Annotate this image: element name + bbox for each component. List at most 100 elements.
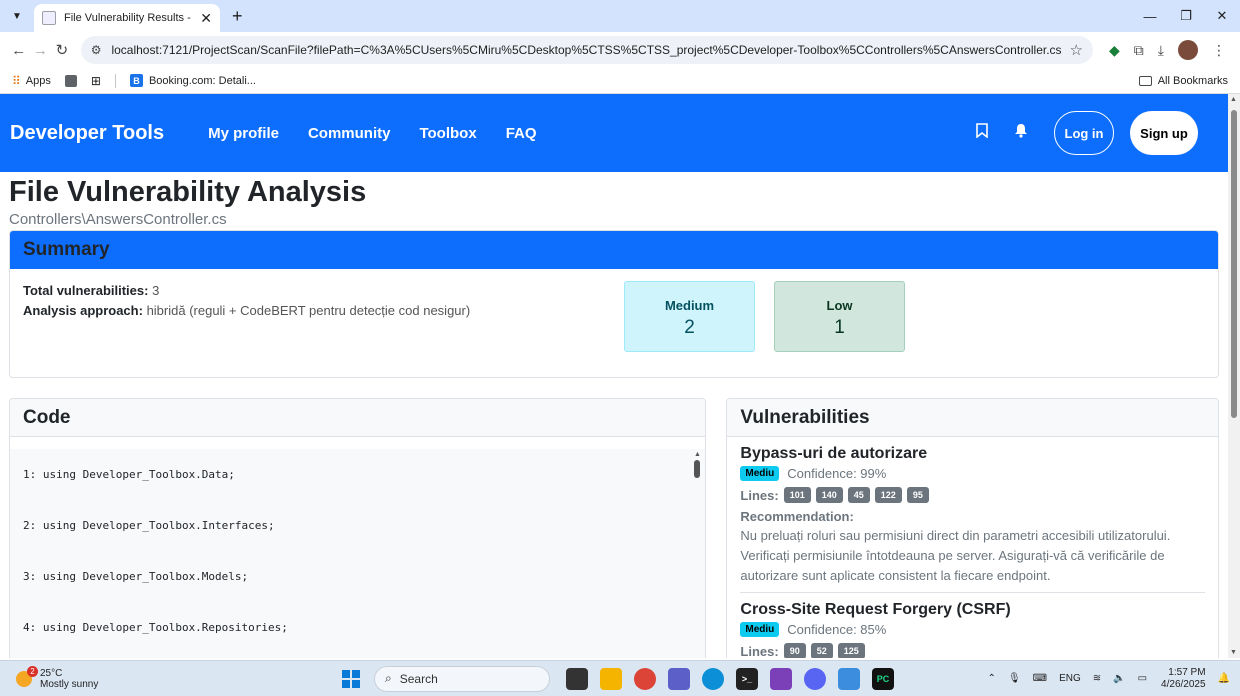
extensions-icon[interactable]: ⧉ (1134, 42, 1144, 59)
nav-right: Log in Sign up (976, 111, 1218, 155)
windows-taskbar: 2 25°C Mostly sunny ⌕ Search >_ PC ⌃ 🎙 ⌨… (0, 660, 1240, 696)
lines-row: Lines: 101 140 45 122 95 (740, 487, 1205, 503)
code-scroll-up-icon[interactable]: ▲ (693, 451, 701, 458)
taskbar-apps: ⌕ Search >_ PC (342, 665, 900, 692)
bookmark-star-icon[interactable]: ☆ (1070, 41, 1083, 59)
restore-icon[interactable]: ❐ (1168, 0, 1204, 32)
taskbar-search[interactable]: ⌕ Search (374, 665, 550, 692)
tray-chevron-icon[interactable]: ⌃ (988, 673, 996, 684)
folder-icon (1138, 75, 1152, 86)
code-heading: Code (10, 399, 706, 437)
lines-label: Lines: (740, 643, 779, 659)
bookmark-separator (114, 73, 116, 88)
bookmark-booking-label: Booking.com: Detali... (148, 74, 256, 87)
menu-icon[interactable]: ⋮ (1212, 42, 1226, 59)
download-icon[interactable]: ⤓ (1158, 42, 1164, 59)
page-scrollbar[interactable]: ▲ ▼ (1228, 94, 1240, 658)
line-badge[interactable]: 122 (874, 487, 902, 503)
nav-community[interactable]: Community (308, 125, 391, 142)
page-title: File Vulnerability Analysis (9, 176, 367, 208)
weather-widget[interactable]: 2 25°C Mostly sunny (16, 665, 98, 690)
wifi-icon[interactable]: ≋ (1093, 673, 1101, 684)
bookmark-apps[interactable]: ⠿ Apps (12, 74, 51, 88)
window-controls: — ❐ ✕ (1132, 0, 1240, 32)
line-badge[interactable]: 125 (837, 643, 865, 658)
discord-icon[interactable] (804, 667, 826, 690)
line-badge[interactable]: 90 (783, 643, 806, 658)
summary-card: Summary Total vulnerabilities: 3 Analysi… (9, 230, 1219, 378)
severity-line: Mediu Confidence: 99% (740, 466, 1205, 481)
tab-groups-icon[interactable]: ⊞ (91, 74, 101, 88)
login-button[interactable]: Log in (1054, 111, 1114, 155)
tab-close-icon[interactable]: ✕ (200, 10, 212, 27)
battery-icon[interactable]: ▭ (1138, 673, 1147, 684)
file-path: Controllers\AnswersController.cs (9, 211, 227, 228)
microphone-icon[interactable]: 🎙 (1008, 673, 1021, 684)
volume-icon[interactable]: 🔈 (1113, 673, 1125, 684)
minimize-icon[interactable]: — (1132, 0, 1168, 32)
extension-shield-icon[interactable]: ◆ (1109, 42, 1120, 59)
taskbar-clock[interactable]: 1:57 PM 4/26/2025 (1161, 667, 1206, 691)
line-badge[interactable]: 45 (847, 487, 870, 503)
language-indicator[interactable]: ENG (1059, 673, 1081, 684)
pycharm-icon[interactable]: PC (872, 667, 894, 690)
confidence: Confidence: 85% (787, 622, 887, 637)
scroll-down-icon[interactable]: ▼ (1230, 649, 1237, 656)
page-scroll-thumb[interactable] (1231, 110, 1237, 418)
chrome-icon[interactable] (634, 667, 656, 690)
bookmark-booking[interactable]: B Booking.com: Detali... (129, 74, 256, 87)
taskbar-search-label: Search (399, 671, 438, 686)
nav-faq[interactable]: FAQ (506, 125, 537, 142)
close-window-icon[interactable]: ✕ (1204, 0, 1240, 32)
bookmark-square-icon[interactable] (64, 74, 77, 87)
file-explorer-icon[interactable] (600, 667, 622, 690)
vulnerabilities-heading: Vulnerabilities (727, 399, 1218, 437)
bell-icon[interactable] (1014, 123, 1028, 143)
code-line: 4: using Developer_Toolbox.Repositories; (23, 621, 288, 634)
keyboard-icon[interactable]: ⌨ (1033, 673, 1047, 684)
site-brand[interactable]: Developer Tools (10, 122, 164, 145)
vulnerability-title: Bypass-uri de autorizare (740, 445, 928, 462)
line-badge[interactable]: 52 (810, 643, 833, 658)
total-vulnerabilities: Total vulnerabilities: 3 (23, 283, 1205, 298)
profile-avatar[interactable] (1177, 40, 1198, 60)
new-tab-icon[interactable]: + (232, 6, 243, 27)
browser-tab[interactable]: File Vulnerability Results - Deve ✕ (34, 4, 220, 32)
bookmark-icon[interactable] (976, 123, 988, 143)
terminal-icon[interactable]: >_ (736, 667, 758, 690)
forward-icon[interactable]: → (30, 42, 52, 59)
line-badge[interactable]: 140 (815, 487, 843, 503)
back-icon[interactable]: ← (8, 42, 30, 59)
reload-icon[interactable]: ↻ (51, 41, 73, 59)
windows-start-icon[interactable] (342, 669, 360, 688)
nav-my-profile[interactable]: My profile (208, 125, 279, 142)
clock-date: 4/26/2025 (1161, 678, 1206, 690)
severity-badge: Mediu (740, 622, 780, 637)
signup-button[interactable]: Sign up (1130, 111, 1198, 155)
teams-icon[interactable] (668, 667, 690, 690)
task-view-icon[interactable] (566, 667, 588, 690)
scroll-up-icon[interactable]: ▲ (1230, 96, 1237, 103)
notepad-icon[interactable] (838, 667, 860, 690)
notification-icon[interactable]: 🔔 (1218, 673, 1230, 684)
line-badge[interactable]: 95 (906, 487, 929, 503)
lines-row: Lines: 90 52 125 (740, 643, 1205, 658)
code-scrollbar[interactable]: ▲ (693, 451, 701, 658)
line-badge[interactable]: 101 (783, 487, 811, 503)
medium-count-box: Medium 2 (624, 281, 755, 352)
site-info-icon[interactable]: ⚙ (91, 43, 102, 57)
code-line: 2: using Developer_Toolbox.Interfaces; (23, 519, 275, 532)
code-scroll-thumb[interactable] (694, 460, 701, 478)
apps-grid-icon: ⠿ (12, 73, 21, 88)
all-bookmarks[interactable]: All Bookmarks (1138, 75, 1228, 87)
address-bar[interactable]: ⚙ localhost:7121/ProjectScan/ScanFile?fi… (80, 36, 1093, 64)
weather-temp: 25°C (40, 667, 63, 679)
url-text: localhost:7121/ProjectScan/ScanFile?file… (111, 43, 1062, 57)
vulnerabilities-list: Bypass-uri de autorizare Mediu Confidenc… (727, 437, 1218, 658)
code-viewer[interactable]: 1: using Developer_Toolbox.Data; 2: usin… (10, 449, 706, 658)
weather-sun-icon: 2 (16, 665, 38, 687)
visual-studio-icon[interactable] (770, 667, 792, 690)
tab-search-icon[interactable]: ▼ (6, 5, 28, 27)
nav-toolbox[interactable]: Toolbox (419, 125, 476, 142)
edge-icon[interactable] (702, 667, 724, 690)
